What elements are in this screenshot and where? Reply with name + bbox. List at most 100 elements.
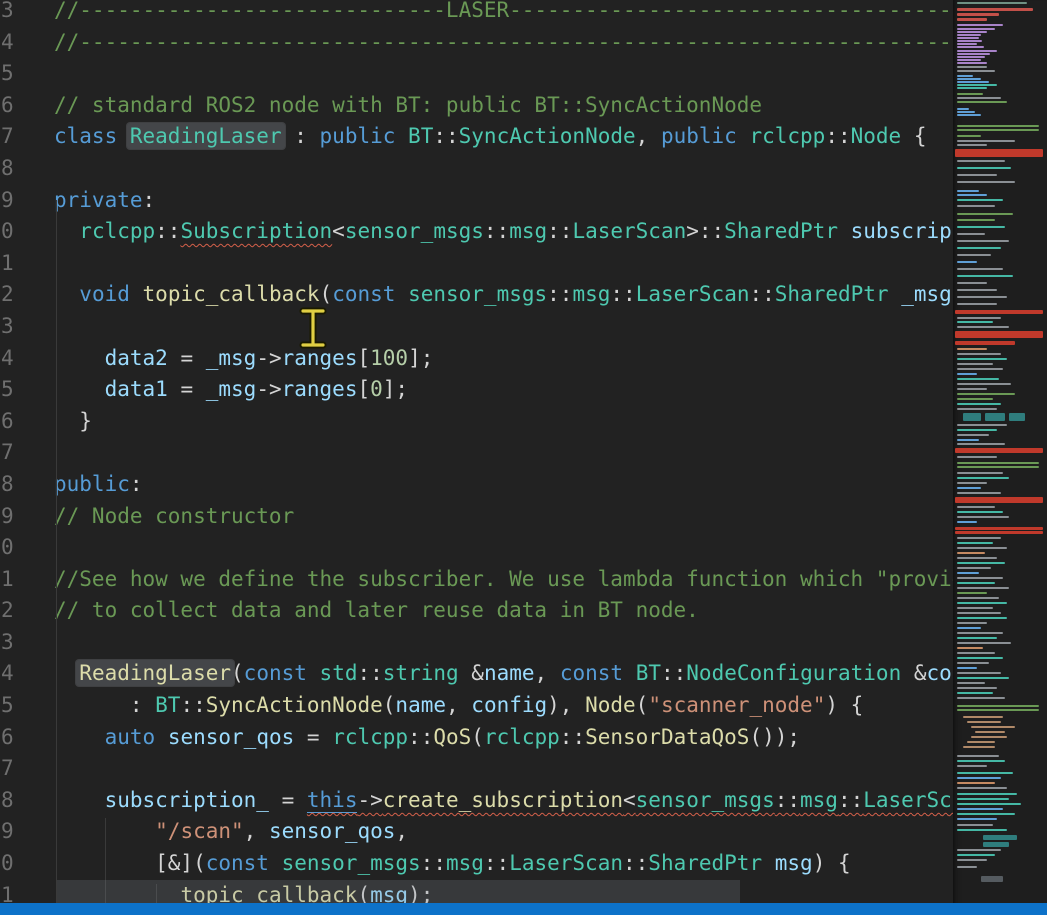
code-text: "/scan", sensor_qos, [54,816,408,848]
minimap-row [957,383,1011,385]
code-line[interactable]: 3//-----------------------------LASER---… [0,0,953,27]
code-line[interactable]: 7class ReadingLaser : public BT::SyncAct… [0,121,953,153]
code-text: subscription_ = this->create_subscriptio… [54,785,953,817]
minimap-row [957,70,995,72]
minimap-row [957,97,1001,99]
line-number: 1 [1,248,16,280]
minimap-row [985,413,1005,421]
minimap-row [963,716,1003,718]
minimap-row [957,542,993,544]
code-line[interactable]: 0 [&](const sensor_msgs::msg::LaserScan:… [0,848,953,880]
minimap-row [957,429,997,431]
code-line[interactable]: 6 } [0,406,953,438]
indent-guide [56,200,57,903]
minimap-row [957,373,977,375]
code-text: data1 = _msg->ranges[0]; [54,374,408,406]
minimap-row [957,787,1007,789]
code-line[interactable]: 3 [0,311,953,343]
minimap-row [957,56,985,58]
minimap-row [957,456,997,458]
minimap-row [957,677,1009,679]
code-line[interactable]: 7 [0,753,953,785]
minimap-row [957,808,1003,810]
minimap-row [955,527,1043,530]
minimap-row [957,135,981,137]
code-line[interactable]: 0 [0,532,953,564]
code-line[interactable]: 8 subscription_ = this->create_subscript… [0,785,953,817]
code-text: } [54,406,92,438]
minimap-row [957,296,1007,298]
minimap-row [957,174,997,176]
minimap-row [957,607,993,609]
code-line[interactable]: 4 ReadingLaser(const std::string &name, … [0,658,953,690]
minimap-row [957,692,993,694]
minimap-row [957,793,1017,795]
code-line[interactable]: 6// standard ROS2 node with BT: public B… [0,90,953,122]
minimap-row [957,662,989,664]
minimap-row [957,772,1013,774]
code-line[interactable]: 5 : BT::SyncActionNode(name, config), No… [0,690,953,722]
line-number: 9 [1,185,16,217]
code-line[interactable]: 5 data1 = _msg->ranges[0]; [0,374,953,406]
code-line[interactable]: 9 private: [0,185,953,217]
minimap[interactable] [953,0,1047,915]
line-number: 6 [1,406,16,438]
minimap-row [957,190,979,192]
minimap-row [1009,413,1025,421]
minimap-row [957,199,1003,201]
minimap-row [957,2,1027,4]
code-line[interactable]: 4//-------------------------------------… [0,27,953,59]
minimap-row [957,194,987,196]
minimap-row [957,682,985,684]
code-line[interactable]: 3 [0,627,953,659]
code-line[interactable]: 6 auto sensor_qos = rclcpp::QoS(rclcpp::… [0,722,953,754]
code-line[interactable]: 9// Node constructor [0,501,953,533]
code-line[interactable]: 1//See how we define the subscriber. We … [0,564,953,596]
code-line[interactable]: 7 [0,437,953,469]
minimap-row [957,303,997,305]
minimap-row [957,443,1005,445]
minimap-row [955,448,1043,453]
minimap-row [957,803,1021,805]
minimap-row [957,477,1009,479]
minimap-row [957,813,1015,815]
minimap-row [957,101,1007,103]
minimap-row [957,582,995,584]
line-number: 6 [1,90,16,122]
minimap-row [957,40,982,42]
code-text: ReadingLaser(const std::string &name, co… [54,658,953,690]
code-line[interactable]: 0 rclcpp::Subscription<sensor_msgs::msg:… [0,216,953,248]
line-number: 6 [1,722,16,754]
code-text: public: [54,469,143,501]
minimap-row [957,672,1001,674]
code-line[interactable]: 4 data2 = _msg->ranges[100]; [0,343,953,375]
status-bar [0,903,1047,915]
minimap-row [957,167,1011,169]
minimap-row [957,612,1001,614]
code-text: class ReadingLaser : public BT::SyncActi… [54,121,927,153]
minimap-row [957,160,1005,162]
code-line[interactable]: 9 "/scan", sensor_qos, [0,816,953,848]
code-line[interactable]: 5 [0,58,953,90]
code-line[interactable]: 2 void topic_callback(const sensor_msgs:… [0,279,953,311]
line-number: 8 [1,469,16,501]
code-line[interactable]: 2// to collect data and later reuse data… [0,595,953,627]
minimap-row [957,108,969,110]
minimap-row [957,818,997,820]
code-line[interactable]: 8 public: [0,469,953,501]
minimap-row [957,348,987,350]
minimap-row [981,876,1003,882]
line-number: 8 [1,785,16,817]
minimap-row [957,254,991,256]
minimap-row [957,31,987,33]
minimap-row [957,181,1015,183]
code-text: // Node constructor [54,501,294,533]
code-line[interactable]: 8 [0,153,953,185]
code-line[interactable]: 1 [0,248,953,280]
minimap-row [957,24,1003,26]
minimap-row [957,652,995,654]
minimap-row [957,597,999,599]
minimap-row [957,782,995,784]
minimap-row [957,78,981,80]
code-text: private: [54,185,155,217]
